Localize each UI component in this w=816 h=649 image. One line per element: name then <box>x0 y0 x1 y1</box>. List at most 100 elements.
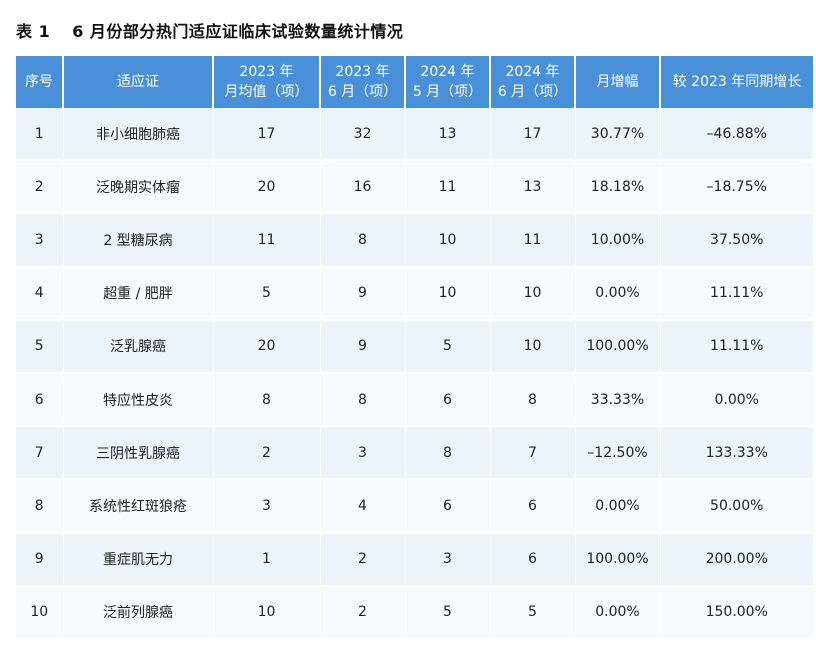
cell-index: 2 <box>16 160 64 215</box>
cell-2024-june: 10 <box>490 319 576 374</box>
cell-indication: 三阴性乳腺癌 <box>63 426 214 481</box>
cell-2023-june: 9 <box>320 319 406 374</box>
cell-2023-june: 32 <box>320 108 406 162</box>
cell-monthly-growth: 100.00% <box>575 319 661 374</box>
header-2023-june: 2023 年 6 月（项） <box>320 56 406 108</box>
cell-yoy-growth: 50.00% <box>660 479 813 534</box>
cell-2023-june: 9 <box>320 266 406 321</box>
table-caption: 表 1 6 月份部分热门适应证临床试验数量统计情况 <box>16 18 403 42</box>
cell-2024-june: 17 <box>490 108 576 162</box>
cell-2024-june: 6 <box>490 532 576 587</box>
cell-yoy-growth: 11.11% <box>660 319 813 374</box>
cell-2023-monthly-avg: 8 <box>213 372 321 428</box>
cell-yoy-growth: 133.33% <box>660 426 813 481</box>
cell-yoy-growth: 11.11% <box>660 266 813 321</box>
cell-2023-monthly-avg: 20 <box>213 319 321 374</box>
cell-indication: 重症肌无力 <box>63 532 214 587</box>
header-2024-june: 2024 年 6 月（项） <box>490 56 576 108</box>
header-text-line: 6 月（项） <box>327 84 398 100</box>
cell-yoy-growth: 0.00% <box>660 372 813 428</box>
cell-2024-june: 5 <box>490 585 576 640</box>
table-row: 8 系统性红斑狼疮 3 4 6 6 0.00% 50.00% <box>16 479 813 534</box>
cell-2024-june: 10 <box>490 266 576 321</box>
cell-yoy-growth: –18.75% <box>660 160 813 215</box>
cell-indication: 非小细胞肺癌 <box>63 108 214 162</box>
cell-monthly-growth: 0.00% <box>575 479 661 534</box>
cell-2024-may: 10 <box>405 266 491 321</box>
cell-yoy-growth: –46.88% <box>660 108 813 162</box>
statistics-table: 序号 适应证 2023 年月均值（项） 2023 年6 月（项） 2024 年5 月（项… <box>16 56 813 640</box>
cell-index: 1 <box>16 108 64 162</box>
cell-monthly-growth: 0.00% <box>575 266 661 321</box>
header-text-line: 5 月（项） <box>412 84 483 100</box>
cell-2023-monthly-avg: 10 <box>213 585 321 640</box>
header-index: 序号 <box>16 56 64 108</box>
header-monthly-growth: 月增幅 <box>575 56 661 108</box>
cell-indication: 系统性红斑狼疮 <box>63 479 214 534</box>
header-2023-monthly-avg: 2023 年月均值（项） <box>213 56 321 108</box>
cell-2024-june: 6 <box>490 479 576 534</box>
cell-2023-june: 8 <box>320 372 406 428</box>
cell-2024-may: 10 <box>405 213 491 268</box>
header-text-line: 较 2023 年同期增长 <box>672 74 802 90</box>
cell-2024-may: 8 <box>405 426 491 481</box>
cell-2023-monthly-avg: 3 <box>213 479 321 534</box>
header-yoy-growth: 较 2023 年同期增长 <box>660 56 813 108</box>
cell-monthly-growth: 30.77% <box>575 108 661 162</box>
cell-monthly-growth: 18.18% <box>575 160 661 215</box>
cell-2023-monthly-avg: 5 <box>213 266 321 321</box>
table-body: 1 非小细胞肺癌 17 32 13 17 30.77% –46.88% 2 泛晚期实体瘤 20 16 1… <box>16 108 813 640</box>
table-number: 表 1 <box>16 22 51 41</box>
cell-2023-june: 8 <box>320 213 406 268</box>
cell-monthly-growth: 0.00% <box>575 585 661 640</box>
header-text-line: 月增幅 <box>596 74 639 90</box>
cell-yoy-growth: 37.50% <box>660 213 813 268</box>
header-text-line: 2024 年 <box>420 64 475 80</box>
cell-2023-monthly-avg: 1 <box>213 532 321 587</box>
header-text-line: 序号 <box>25 74 53 90</box>
cell-2024-june: 7 <box>490 426 576 481</box>
cell-index: 5 <box>16 319 64 374</box>
cell-indication: 2 型糖尿病 <box>63 213 214 268</box>
cell-2023-june: 2 <box>320 585 406 640</box>
table-row: 7 三阴性乳腺癌 2 3 8 7 –12.50% 133.33% <box>16 426 813 481</box>
table-row: 4 超重 / 肥胖 5 9 10 10 0.00% 11.11% <box>16 266 813 321</box>
table-header: 序号 适应证 2023 年月均值（项） 2023 年6 月（项） 2024 年5 月（项… <box>16 56 813 108</box>
cell-2023-june: 16 <box>320 160 406 215</box>
cell-2024-may: 5 <box>405 319 491 374</box>
header-text-line: 2023 年 <box>239 64 294 80</box>
cell-2024-may: 6 <box>405 479 491 534</box>
cell-indication: 超重 / 肥胖 <box>63 266 214 321</box>
cell-index: 6 <box>16 372 64 428</box>
cell-index: 10 <box>16 585 64 640</box>
cell-indication: 特应性皮炎 <box>63 372 214 428</box>
cell-index: 4 <box>16 266 64 321</box>
cell-2024-june: 13 <box>490 160 576 215</box>
cell-2024-may: 5 <box>405 585 491 640</box>
cell-2024-june: 11 <box>490 213 576 268</box>
cell-indication: 泛晚期实体瘤 <box>63 160 214 215</box>
cell-2023-june: 3 <box>320 426 406 481</box>
cell-2023-monthly-avg: 20 <box>213 160 321 215</box>
cell-2024-june: 8 <box>490 372 576 428</box>
table-row: 9 重症肌无力 1 2 3 6 100.00% 200.00% <box>16 532 813 587</box>
header-text-line: 月均值（项） <box>224 84 309 100</box>
cell-2024-may: 13 <box>405 108 491 162</box>
header-2024-may: 2024 年 5 月（项） <box>405 56 491 108</box>
cell-2023-monthly-avg: 17 <box>213 108 321 162</box>
table-row: 2 泛晚期实体瘤 20 16 11 13 18.18% –18.75% <box>16 160 813 215</box>
header-text-line: 2023 年 <box>335 64 390 80</box>
table-row: 1 非小细胞肺癌 17 32 13 17 30.77% –46.88% <box>16 108 813 162</box>
table-row: 5 泛乳腺癌 20 9 5 10 100.00% 11.11% <box>16 319 813 374</box>
table-row: 32 型糖尿病 11 8 10 11 10.00% 37.50% <box>16 213 813 268</box>
cell-2023-monthly-avg: 11 <box>213 213 321 268</box>
cell-2024-may: 6 <box>405 372 491 428</box>
cell-monthly-growth: 100.00% <box>575 532 661 587</box>
table-title: 6 月份部分热门适应证临床试验数量统计情况 <box>72 22 404 41</box>
cell-monthly-growth: 10.00% <box>575 213 661 268</box>
cell-2023-monthly-avg: 2 <box>213 426 321 481</box>
cell-index: 3 <box>16 213 64 268</box>
cell-index: 7 <box>16 426 64 481</box>
cell-index: 8 <box>16 479 64 534</box>
cell-monthly-growth: 33.33% <box>575 372 661 428</box>
